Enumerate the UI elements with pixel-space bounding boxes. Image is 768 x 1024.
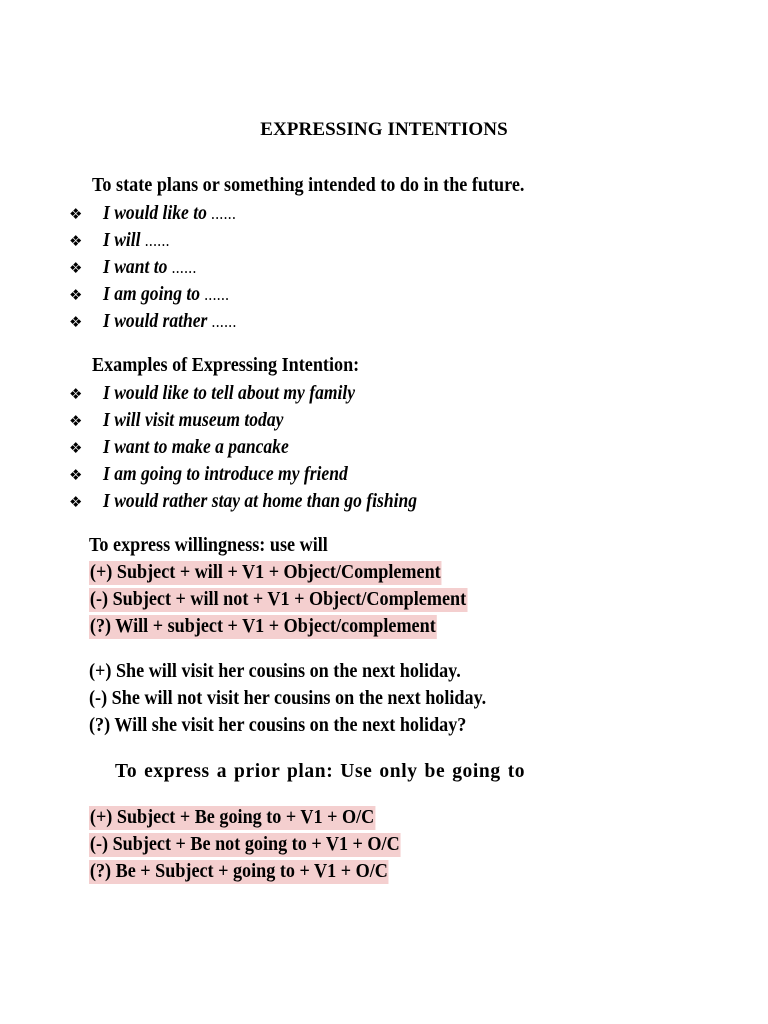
diamond-bullet-icon: ❖	[69, 313, 83, 331]
diamond-bullet-icon: ❖	[69, 385, 83, 403]
diamond-bullet-icon: ❖	[69, 493, 83, 511]
ellipsis: ......	[140, 231, 170, 250]
list-item: ❖ I want to make a pancake	[69, 437, 309, 459]
willingness-example-positive: (+) She will visit her cousins on the ne…	[89, 661, 461, 682]
document-page: EXPRESSING INTENTIONS To state plans or …	[0, 0, 768, 1024]
highlighted-text: (?) Be + Subject + going to + V1 + O/C	[89, 860, 389, 884]
highlighted-text: (+) Subject + Be going to + V1 + O/C	[89, 806, 376, 830]
diamond-bullet-icon: ❖	[69, 286, 83, 304]
list-item: ❖ I am going to introduce my friend	[69, 464, 375, 486]
highlighted-text: (?) Will + subject + V1 + Object/complem…	[89, 615, 437, 639]
list-item: ❖ I am going to ......	[69, 284, 243, 306]
list-item: ❖ I will ......	[69, 230, 177, 252]
ellipsis: ......	[206, 204, 237, 223]
willingness-formula-negative: (-) Subject + will not + V1 + Object/Com…	[89, 588, 468, 612]
intro-heading: To state plans or something intended to …	[92, 175, 525, 196]
diamond-bullet-icon: ❖	[69, 259, 83, 277]
diamond-bullet-icon: ❖	[69, 439, 83, 457]
highlighted-text: (-) Subject + Be not going to + V1 + O/C	[89, 833, 401, 857]
list-item-label: I want to make a pancake	[103, 437, 289, 458]
list-item: ❖ I want to ......	[69, 257, 207, 279]
list-item-label: I would rather ......	[103, 311, 237, 332]
list-item: ❖ I would rather ......	[69, 311, 252, 333]
diamond-bullet-icon: ❖	[69, 466, 83, 484]
list-item-label: I am going to ......	[103, 284, 230, 305]
willingness-example-negative: (-) She will not visit her cousins on th…	[89, 688, 487, 709]
list-item-label: I will ......	[103, 230, 170, 251]
ellipsis: ......	[200, 285, 230, 304]
examples-heading: Examples of Expressing Intention:	[92, 355, 360, 376]
prior-plan-heading: To express a prior plan: Use only be goi…	[115, 761, 526, 782]
prior-plan-formula-positive: (+) Subject + Be going to + V1 + O/C	[89, 806, 376, 830]
ellipsis: ......	[207, 312, 237, 331]
list-item-label: I would like to ......	[103, 203, 237, 224]
willingness-example-question: (?) Will she visit her cousins on the ne…	[89, 715, 467, 736]
diamond-bullet-icon: ❖	[69, 232, 83, 250]
list-item-label: I will visit museum today	[103, 410, 284, 431]
willingness-heading: To express willingness: use will	[89, 535, 328, 556]
list-item: ❖ I would like to tell about my family	[69, 383, 383, 405]
page-title: EXPRESSING INTENTIONS	[260, 119, 508, 140]
list-item: ❖ I would rather stay at home than go fi…	[69, 491, 452, 513]
list-item: ❖ I will visit museum today	[69, 410, 303, 432]
list-item-label: I would rather stay at home than go fish…	[103, 491, 418, 512]
diamond-bullet-icon: ❖	[69, 412, 83, 430]
ellipsis: ......	[167, 258, 197, 277]
prior-plan-formula-question: (?) Be + Subject + going to + V1 + O/C	[89, 860, 389, 884]
highlighted-text: (+) Subject + will + V1 + Object/Complem…	[89, 561, 442, 585]
diamond-bullet-icon: ❖	[69, 205, 83, 223]
list-item-label: I would like to tell about my family	[103, 383, 356, 404]
willingness-formula-question: (?) Will + subject + V1 + Object/complem…	[89, 615, 437, 639]
highlighted-text: (-) Subject + will not + V1 + Object/Com…	[89, 588, 468, 612]
list-item-label: I want to ......	[103, 257, 197, 278]
prior-plan-formula-negative: (-) Subject + Be not going to + V1 + O/C	[89, 833, 401, 857]
willingness-formula-positive: (+) Subject + will + V1 + Object/Complem…	[89, 561, 442, 585]
list-item-label: I am going to introduce my friend	[103, 464, 348, 485]
list-item: ❖ I would like to ......	[69, 203, 251, 225]
